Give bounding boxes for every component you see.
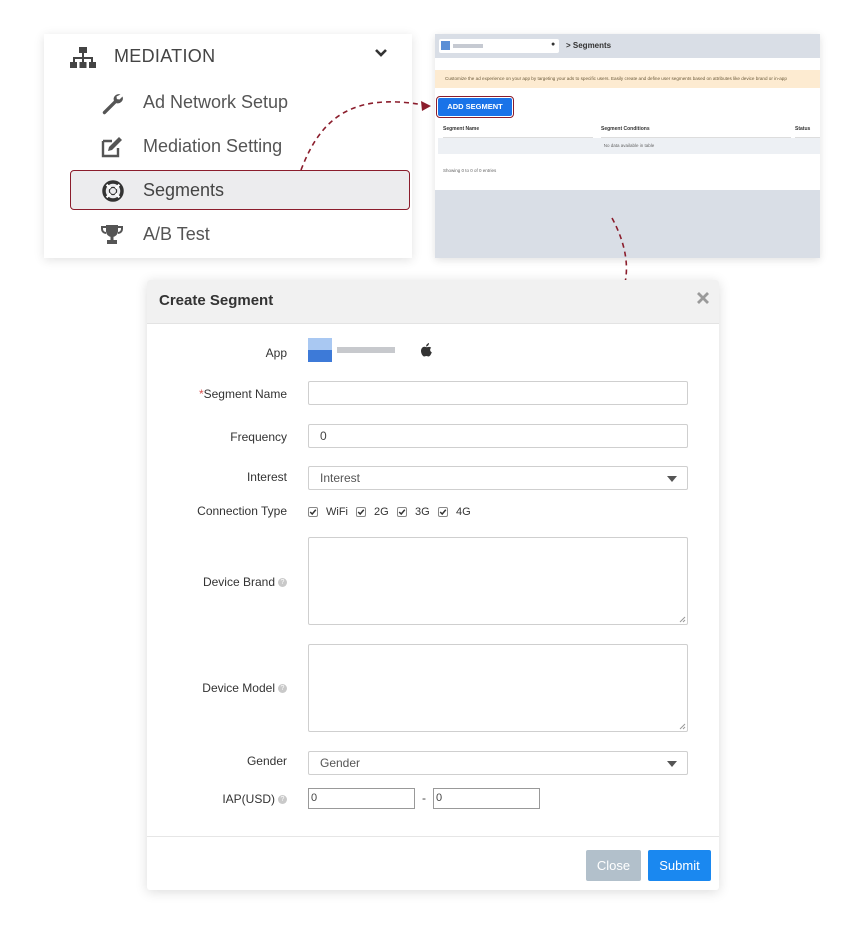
4g-label: 4G xyxy=(456,506,471,518)
submit-button[interactable]: Submit xyxy=(648,850,711,881)
iap-label-text: IAP(USD) xyxy=(222,792,275,806)
connection-type-label: Connection Type xyxy=(197,504,287,518)
3g-label: 3G xyxy=(415,506,430,518)
app-icon xyxy=(308,338,332,362)
segment-name-label: *Segment Name xyxy=(199,387,287,401)
segment-name-label-text: Segment Name xyxy=(203,387,287,401)
2g-label: 2G xyxy=(374,506,389,518)
3g-checkbox[interactable] xyxy=(397,507,407,517)
segment-name-input[interactable] xyxy=(308,381,688,405)
arrowhead xyxy=(421,101,431,111)
modal-title: Create Segment xyxy=(159,292,274,309)
edit-icon xyxy=(101,137,122,158)
resize-handle-icon[interactable] xyxy=(678,615,686,623)
preview-body: Customize the ad experience on your app … xyxy=(435,58,820,190)
close-button[interactable]: Close xyxy=(586,850,641,881)
wifi-label: WiFi xyxy=(326,506,348,518)
create-segment-modal: Create Segment App *Segment Name Frequen… xyxy=(147,280,719,890)
iap-label: IAP(USD)? xyxy=(222,792,287,806)
trophy-icon xyxy=(101,225,123,244)
notice-banner: Customize the ad experience on your app … xyxy=(435,70,820,88)
interest-label: Interest xyxy=(246,470,287,484)
apple-icon xyxy=(421,343,432,357)
iap-separator: - xyxy=(422,791,426,805)
sidebar-menu: MEDIATION Ad Network Setup Mediation Set… xyxy=(44,34,412,258)
column-header[interactable]: Segment Name xyxy=(443,121,593,138)
sidebar-item-label: Ad Network Setup xyxy=(143,92,289,112)
empty-table-message: No data available in table xyxy=(438,138,820,154)
preview-topbar: ● > Segments xyxy=(435,34,820,58)
app-name-blurred xyxy=(337,347,395,353)
device-brand-textarea[interactable] xyxy=(308,537,688,625)
gender-selected: Gender xyxy=(320,756,361,770)
app-selector[interactable]: ● xyxy=(439,39,559,53)
device-brand-label: Device Brand? xyxy=(203,575,287,589)
interest-select[interactable]: Interest xyxy=(308,466,688,490)
segments-table: Segment Name Segment Conditions Status N… xyxy=(438,121,820,163)
sidebar-item-segments[interactable]: Segments xyxy=(70,170,410,210)
caret-down-icon xyxy=(667,476,677,482)
breadcrumb: > Segments xyxy=(566,41,612,50)
iap-max-input[interactable]: 0 xyxy=(433,788,540,809)
apple-icon: ● xyxy=(551,41,556,48)
app-icon xyxy=(441,41,450,50)
lifebuoy-icon xyxy=(102,180,124,202)
help-icon[interactable]: ? xyxy=(278,578,287,588)
column-header[interactable]: Status xyxy=(795,121,820,138)
device-model-label-text: Device Model xyxy=(202,681,275,695)
gender-select[interactable]: Gender xyxy=(308,751,688,775)
wifi-checkbox[interactable] xyxy=(308,507,318,517)
frequency-label: Frequency xyxy=(230,430,287,444)
add-segment-button[interactable]: ADD SEGMENT xyxy=(436,96,514,118)
mediation-title: MEDIATION xyxy=(114,46,216,66)
close-icon[interactable] xyxy=(696,291,710,305)
help-icon[interactable]: ? xyxy=(278,795,287,805)
sitemap-icon xyxy=(70,47,96,68)
app-name-blurred xyxy=(453,44,483,48)
column-header[interactable]: Segment Conditions xyxy=(601,121,791,138)
device-model-textarea[interactable] xyxy=(308,644,688,732)
modal-header: Create Segment xyxy=(147,280,719,324)
modal-footer-divider xyxy=(147,836,719,837)
sidebar-item-mediation-setting[interactable]: Mediation Setting xyxy=(44,126,412,168)
sidebar-item-ab-test[interactable]: A/B Test xyxy=(44,214,412,256)
caret-down-icon xyxy=(667,761,677,767)
2g-checkbox[interactable] xyxy=(356,507,366,517)
chevron-down-icon[interactable] xyxy=(374,46,388,60)
device-model-label: Device Model? xyxy=(202,681,287,695)
segments-page-preview: ● > Segments Customize the ad experience… xyxy=(435,34,820,258)
help-icon[interactable]: ? xyxy=(278,684,287,694)
4g-checkbox[interactable] xyxy=(438,507,448,517)
wrench-icon xyxy=(102,94,123,115)
sidebar-item-ad-network-setup[interactable]: Ad Network Setup xyxy=(44,82,412,124)
resize-handle-icon[interactable] xyxy=(678,722,686,730)
iap-min-input[interactable]: 0 xyxy=(308,788,415,809)
sidebar-item-label: Segments xyxy=(143,180,225,200)
device-brand-label-text: Device Brand xyxy=(202,575,275,589)
interest-selected: Interest xyxy=(320,471,361,485)
sidebar-item-label: Mediation Setting xyxy=(143,136,283,156)
sidebar-item-label: A/B Test xyxy=(143,224,210,244)
mediation-section-header[interactable]: MEDIATION xyxy=(44,34,412,82)
frequency-input[interactable]: 0 xyxy=(308,424,688,448)
table-info: Showing 0 to 0 of 0 entries xyxy=(443,168,497,173)
app-label: App xyxy=(265,346,287,360)
gender-label: Gender xyxy=(246,754,287,768)
